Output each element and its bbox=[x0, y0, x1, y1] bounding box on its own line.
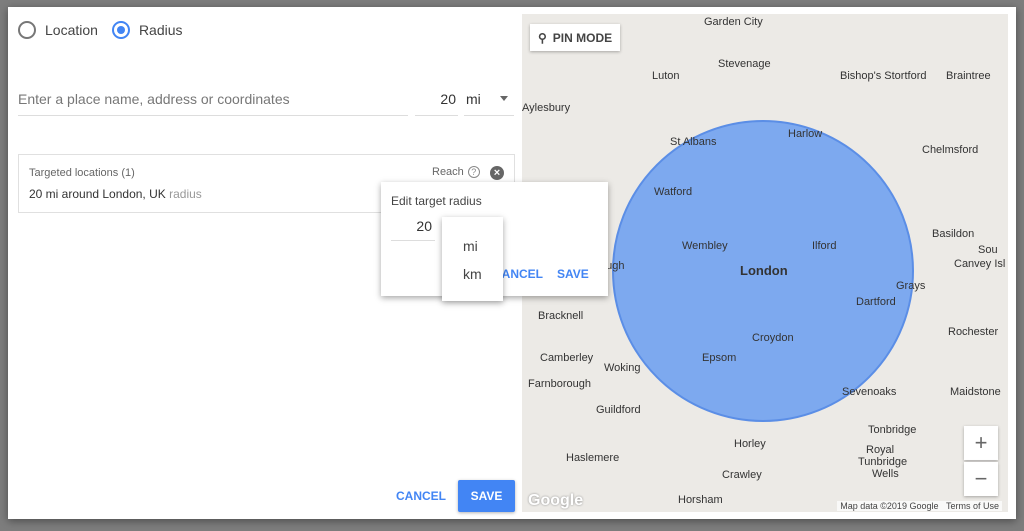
map-place-label: Watford bbox=[654, 186, 693, 198]
remove-location-icon[interactable]: × bbox=[490, 166, 504, 180]
google-logo: Google bbox=[528, 492, 584, 509]
map-place-label: Maidstone bbox=[950, 386, 1001, 398]
map-place-label: Aylesbury bbox=[522, 102, 571, 114]
map-place-label: Harlow bbox=[788, 128, 823, 140]
cancel-button[interactable]: CANCEL bbox=[396, 489, 446, 503]
map-place-label: Horley bbox=[734, 438, 766, 450]
map-place-label: Garden City bbox=[704, 16, 763, 28]
map-place-label: Bracknell bbox=[538, 310, 584, 322]
map-place-label: Stevenage bbox=[718, 58, 771, 70]
location-radio[interactable] bbox=[18, 21, 36, 39]
unit-option-km[interactable]: km bbox=[463, 266, 482, 282]
map-data-text: Map data ©2019 Google bbox=[840, 501, 939, 511]
edit-radius-save-button[interactable]: SAVE bbox=[557, 267, 589, 281]
map-place-label: Camberley bbox=[540, 352, 594, 364]
targeted-location-type: radius bbox=[169, 187, 202, 201]
map-place-label: Horsham bbox=[678, 494, 723, 506]
map-place-label: Sou bbox=[978, 244, 998, 256]
pin-mode-label: PIN MODE bbox=[552, 30, 613, 45]
map-place-label: London bbox=[740, 263, 788, 278]
targeted-location-text: 20 mi around London, UK bbox=[29, 187, 166, 201]
map-place-label: Bishop's Stortford bbox=[840, 70, 927, 82]
terms-link[interactable]: Terms of Use bbox=[946, 501, 999, 511]
unit-option-mi[interactable]: mi bbox=[463, 238, 478, 254]
map-place-label: Canvey Isl bbox=[954, 258, 1006, 270]
unit-select[interactable]: mi bbox=[464, 91, 514, 116]
map-place-label: Tunbridge bbox=[858, 456, 908, 468]
edit-radius-title: Edit target radius bbox=[391, 194, 482, 208]
pin-icon: ⚲ bbox=[538, 30, 547, 45]
location-dialog: Location Radius Enter a place name, addr… bbox=[8, 7, 1016, 519]
map-place-label: Wells bbox=[872, 468, 899, 480]
map-place-label: Chelmsford bbox=[922, 144, 979, 156]
map-place-label: Ilford bbox=[812, 240, 837, 252]
map-place-label: Wembley bbox=[682, 240, 728, 252]
map-place-label: St Albans bbox=[670, 136, 717, 148]
unit-dropdown-menu: mi km bbox=[442, 217, 503, 301]
radius-radio[interactable] bbox=[111, 21, 130, 39]
location-radio-label[interactable]: Location bbox=[45, 22, 98, 38]
save-button[interactable]: SAVE bbox=[458, 480, 515, 512]
targeting-mode-radio-group: Location Radius bbox=[18, 21, 197, 39]
zoom-in-button[interactable]: + bbox=[964, 426, 998, 460]
radius-radio-label[interactable]: Radius bbox=[139, 22, 183, 38]
reach-text: Reach bbox=[432, 166, 464, 178]
targeted-locations-title: Targeted locations (1) bbox=[29, 167, 135, 179]
map-place-label: Grays bbox=[896, 280, 926, 292]
place-search-input[interactable]: Enter a place name, address or coordinat… bbox=[18, 91, 408, 116]
map-place-label: Farnborough bbox=[528, 378, 591, 390]
map-place-label: Dartford bbox=[856, 296, 896, 308]
zoom-out-button[interactable]: − bbox=[964, 462, 998, 496]
map-place-label: Tonbridge bbox=[868, 424, 917, 436]
targeted-location-item[interactable]: 20 mi around London, UK radius bbox=[29, 187, 202, 201]
map-place-label: Braintree bbox=[946, 70, 991, 82]
map-place-label: Sevenoaks bbox=[842, 386, 897, 398]
help-icon[interactable]: ? bbox=[467, 166, 480, 178]
map-place-label: Rochester bbox=[948, 326, 999, 338]
radius-input[interactable]: 20 bbox=[415, 91, 458, 116]
map-place-label: Woking bbox=[604, 362, 641, 374]
unit-select-value: mi bbox=[466, 91, 481, 107]
map-place-label: Royal bbox=[866, 444, 895, 456]
caret-down-icon bbox=[500, 96, 508, 105]
map-place-label: Croydon bbox=[752, 332, 794, 344]
pin-mode-button[interactable]: ⚲ PIN MODE bbox=[530, 24, 621, 51]
reach-label: Reach? bbox=[432, 166, 480, 178]
map-place-label: Crawley bbox=[722, 469, 762, 481]
map-place-label: Haslemere bbox=[566, 452, 620, 464]
edit-radius-input[interactable]: 20 bbox=[391, 218, 435, 241]
map-place-label: Epsom bbox=[702, 352, 737, 364]
map-place-label: Basildon bbox=[932, 228, 975, 240]
map-attribution: Map data ©2019 Google Terms of Use bbox=[837, 501, 1002, 511]
map-place-label: Guildford bbox=[596, 404, 641, 416]
map-place-label: Luton bbox=[652, 70, 680, 82]
